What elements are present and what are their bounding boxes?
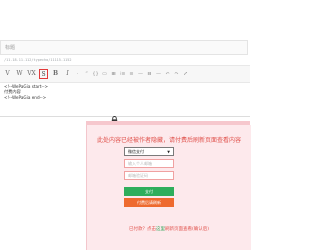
separator-icon: · <box>76 71 79 77</box>
redo-icon[interactable]: ↷ <box>173 69 180 79</box>
paid-refresh-button[interactable]: 付费后请刷新 <box>124 198 174 207</box>
code-block-icon[interactable]: {} <box>92 69 99 79</box>
bold-button[interactable]: B <box>51 69 60 79</box>
blockquote-button[interactable]: V <box>3 69 12 79</box>
verification-code-field[interactable]: 邮箱验证码 <box>124 171 174 180</box>
title-input[interactable]: 标题 <box>0 40 248 55</box>
editor-line: <!--WePaGia end--> <box>4 94 47 100</box>
footer-suffix: 刷新页面查看(确认后) <box>164 227 209 232</box>
table-icon[interactable]: ⊞ <box>110 69 117 79</box>
paywall-notice: 此处内容已经被作者隐藏，请付费后刷新页面查看内容 <box>96 137 241 144</box>
email-field[interactable]: 输入个人邮箱 <box>124 159 174 168</box>
hide-content-button[interactable]: S <box>39 69 48 79</box>
payment-method-value: 微信支付 <box>128 149 144 154</box>
quote-icon[interactable]: “ <box>83 69 90 79</box>
paywall-panel: 此处内容已经被作者隐藏，请付费后刷新页面查看内容 微信支付 ▼ 输入个人邮箱 邮… <box>86 125 251 250</box>
undo-icon[interactable]: ↶ <box>164 69 171 79</box>
code-button[interactable]: W <box>15 69 24 79</box>
heading-icon[interactable]: — <box>137 69 144 79</box>
paywall-bottom-border <box>86 121 250 125</box>
italic-button[interactable]: I <box>63 69 72 79</box>
paywall-footer: 已付款？点击这里刷新页面查看(确认后) <box>87 226 251 232</box>
footer-prefix: 已付款？点击 <box>128 227 156 232</box>
editor-toolbar: V W VX S B I · “ {} ▭ ⊞ ⁝≡ ≡ — ⊟ — ↶ ↷ ⤢ <box>0 65 250 83</box>
image-icon[interactable]: ▭ <box>101 69 108 79</box>
pay-insert-button[interactable]: VX <box>27 69 36 79</box>
chevron-down-icon: ▼ <box>167 150 170 154</box>
horizontal-rule-icon[interactable]: — <box>155 69 162 79</box>
editor-textarea[interactable]: <!--WePaGia start--> 付费内容 <!--WePaGia en… <box>0 82 250 112</box>
refresh-link[interactable]: 这里 <box>156 227 165 232</box>
unordered-list-icon[interactable]: ≡ <box>128 69 135 79</box>
fullscreen-icon[interactable]: ⤢ <box>182 69 189 79</box>
more-icon[interactable]: ⊟ <box>146 69 153 79</box>
pay-button[interactable]: 支付 <box>124 187 174 196</box>
payment-method-select[interactable]: 微信支付 ▼ <box>124 147 174 156</box>
url-line: /11.18.11.112/typecho/11115-1152 <box>4 58 72 62</box>
ordered-list-icon[interactable]: ⁝≡ <box>119 69 126 79</box>
